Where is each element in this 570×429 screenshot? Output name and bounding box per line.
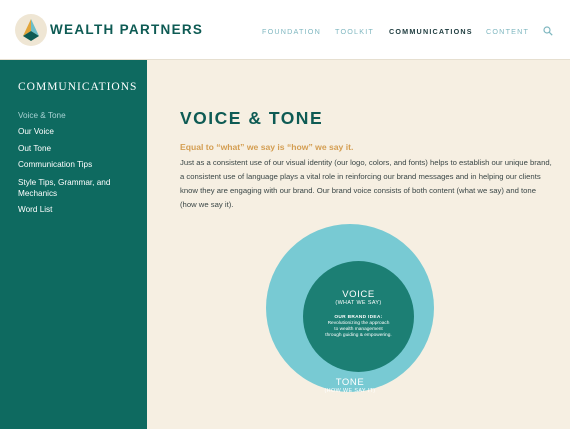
brand-idea-label: OUR BRAND IDEA: [334, 315, 383, 320]
tone-label: TONE [335, 377, 365, 388]
logo[interactable] [15, 14, 47, 46]
page-subtitle: Equal to “what” we say is “how” we say i… [180, 142, 354, 152]
sidebar-item-voice-tone[interactable]: Voice & Tone [18, 111, 138, 122]
tone-sublabel: (HOW WE SAY IT) [324, 388, 376, 394]
page-title: VOICE & TONE [180, 108, 324, 128]
sidebar-item-our-voice[interactable]: Our Voice [18, 127, 138, 138]
sidebar: COMMUNICATIONS Voice & Tone Our Voice Ou… [0, 60, 147, 429]
intro-paragraph: Just as a consistent use of our visual i… [180, 158, 552, 209]
search-icon[interactable] [543, 26, 553, 36]
nav-foundation[interactable]: FOUNDATION [262, 27, 321, 36]
sidebar-item-word-list[interactable]: Word List [18, 205, 138, 216]
voice-sublabel: (WHAT WE SAY) [335, 300, 382, 306]
brand-idea-line-1: Revolutionizing the approach [327, 321, 390, 326]
nav-content[interactable]: CONTENT [486, 27, 529, 36]
nav-communications[interactable]: COMMUNICATIONS [389, 27, 473, 36]
voice-label: VOICE [342, 289, 375, 300]
site-header: WEALTH PARTNERS FOUNDATION TOOLKIT COMMU… [0, 0, 570, 60]
sidebar-item-communication-tips[interactable]: Communication Tips [18, 160, 138, 171]
brand-idea-line-2: to wealth management [334, 327, 383, 332]
sidebar-item-style-tips[interactable]: Style Tips, Grammar, and Mechanics [18, 178, 138, 199]
logo-mark-icon [23, 19, 39, 41]
nav-toolkit[interactable]: TOOLKIT [335, 27, 374, 36]
brand-name[interactable]: WEALTH PARTNERS [50, 22, 203, 37]
sidebar-item-out-tone[interactable]: Out Tone [18, 144, 138, 155]
sidebar-title: COMMUNICATIONS [18, 81, 138, 93]
brand-idea-line-3: through guiding & empowering. [325, 333, 392, 338]
